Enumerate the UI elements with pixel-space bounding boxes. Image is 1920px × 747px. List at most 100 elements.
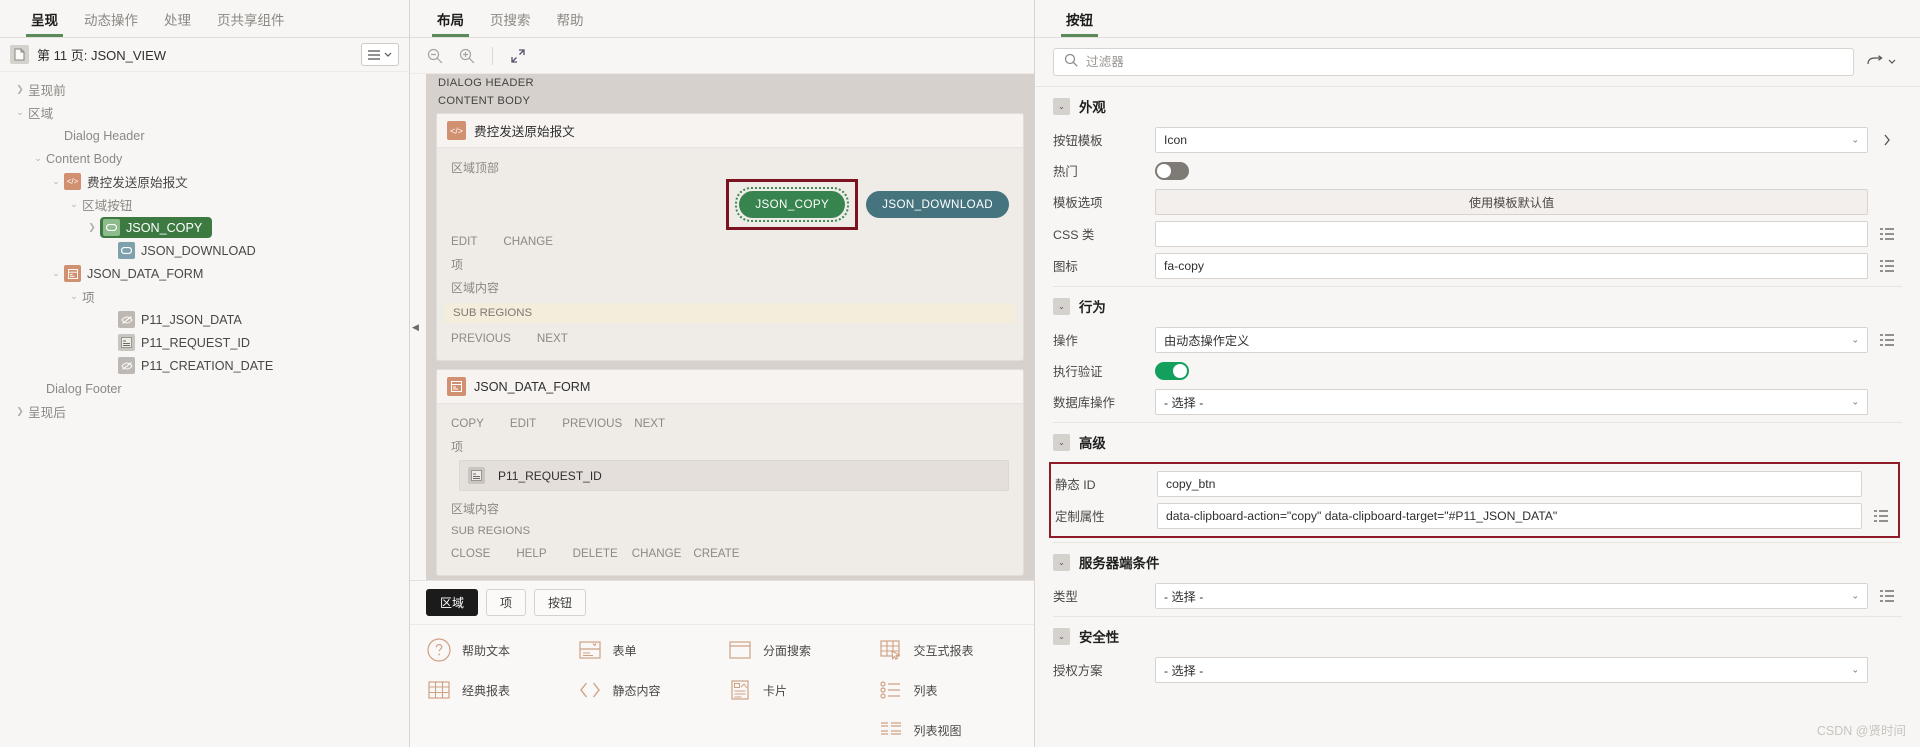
section-collapse-icon[interactable]: ⌄ [1053, 553, 1070, 571]
tree-node[interactable]: ⌄ 区域 [0, 101, 409, 124]
region2-create[interactable]: CREATE [693, 547, 739, 560]
region1-next[interactable]: NEXT [537, 332, 568, 345]
tree-node[interactable]: ⌄ JSON_DATA_FORM [0, 262, 409, 285]
list-picker-icon[interactable] [1870, 504, 1892, 528]
region1-action-edit[interactable]: EDIT [451, 235, 477, 248]
tab-help[interactable]: 帮助 [544, 0, 597, 37]
list-picker-icon[interactable] [1876, 254, 1898, 278]
tree-node[interactable]: ⌄ Content Body [0, 147, 409, 170]
chevron-right-icon[interactable] [1876, 128, 1898, 152]
text-input[interactable]: data-clipboard-action="copy" data-clipbo… [1157, 503, 1862, 529]
list-picker-icon[interactable] [1876, 584, 1898, 608]
expand-icon[interactable] [505, 43, 531, 69]
region2-item-request-id[interactable]: P11_REQUEST_ID [459, 460, 1009, 491]
tab-shared-components[interactable]: 页共享组件 [204, 0, 298, 37]
select-control[interactable]: - 选择 - ⌄ [1155, 389, 1868, 415]
toggle-switch[interactable] [1155, 362, 1189, 380]
tab-layout[interactable]: 布局 [424, 0, 477, 37]
chevron-down-icon[interactable]: ⌄ [66, 292, 82, 301]
tree-node[interactable]: ⌄ </> 费控发送原始报文 [0, 170, 409, 193]
region-card-json-data-form[interactable]: JSON_DATA_FORM COPY EDIT PREVIOUS NEXT 项 [436, 369, 1024, 576]
select-control[interactable]: - 选择 - ⌄ [1155, 657, 1868, 683]
text-input[interactable] [1155, 221, 1868, 247]
tree-view-menu-button[interactable] [361, 43, 399, 66]
region2-action-previous[interactable]: PREVIOUS [562, 417, 622, 430]
tree-node[interactable]: ❯ 呈现前 [0, 78, 409, 101]
canvas-collapse-handle[interactable]: ◀ [410, 312, 421, 342]
select-control[interactable]: - 选择 - ⌄ [1155, 583, 1868, 609]
tab-rendering[interactable]: 呈现 [18, 0, 71, 37]
region2-header[interactable]: JSON_DATA_FORM [437, 370, 1023, 404]
tree-node[interactable]: Dialog Footer [0, 377, 409, 400]
chevron-down-icon[interactable]: ⌄ [30, 154, 46, 163]
region1-header[interactable]: </> 费控发送原始报文 [437, 114, 1023, 148]
list-picker-icon[interactable] [1876, 222, 1898, 246]
region2-change[interactable]: CHANGE [632, 547, 682, 560]
region2-action-copy[interactable]: COPY [451, 417, 484, 430]
advanced-section-header[interactable]: ⌄ 高级 [1035, 423, 1920, 460]
tree-node[interactable]: P11_REQUEST_ID [0, 331, 409, 354]
gallery-item[interactable]: 帮助文本 [426, 637, 577, 663]
tree-node[interactable]: ⌄ 区域按钮 [0, 193, 409, 216]
region2-action-next[interactable]: NEXT [634, 417, 665, 430]
gallery-item[interactable]: 表单 [577, 637, 728, 663]
gallery-item[interactable]: 静态内容 [577, 677, 728, 703]
appearance-section-header[interactable]: ⌄ 外观 [1035, 87, 1920, 124]
property-filter-input[interactable] [1086, 55, 1843, 69]
chevron-down-icon[interactable]: ⌄ [12, 108, 28, 117]
tree-node[interactable]: P11_CREATION_DATE [0, 354, 409, 377]
tree-node[interactable]: ❯ JSON_COPY [0, 216, 409, 239]
chevron-right-icon[interactable]: ❯ [12, 407, 28, 416]
select-control[interactable]: Icon ⌄ [1155, 127, 1868, 153]
region2-delete[interactable]: DELETE [573, 547, 618, 560]
gallery-item[interactable]: 列表 [878, 677, 1029, 703]
chevron-down-icon[interactable]: ⌄ [48, 177, 64, 186]
property-filter-box[interactable] [1053, 48, 1854, 76]
gallery-tab-buttons[interactable]: 按钮 [534, 589, 587, 616]
section-collapse-icon[interactable]: ⌄ [1053, 433, 1070, 451]
tree-node[interactable]: JSON_DOWNLOAD [0, 239, 409, 262]
behavior-section-header[interactable]: ⌄ 行为 [1035, 287, 1920, 324]
region1-action-change[interactable]: CHANGE [503, 235, 553, 248]
gallery-item[interactable]: 交互式报表 [878, 637, 1029, 663]
template-options-button[interactable]: 使用模板默认值 [1155, 189, 1868, 215]
selected-node-chip[interactable]: JSON_COPY [100, 217, 213, 238]
gallery-item[interactable]: 经典报表 [426, 677, 577, 703]
server-condition-section-header[interactable]: ⌄ 服务器端条件 [1035, 543, 1920, 580]
list-picker-icon[interactable] [1876, 328, 1898, 352]
region1-previous[interactable]: PREVIOUS [451, 332, 511, 345]
region-card-raw-message[interactable]: </> 费控发送原始报文 区域顶部 JSON_COPY JSON_DOWNLOA… [436, 113, 1024, 361]
tab-button-properties[interactable]: 按钮 [1053, 0, 1106, 37]
region2-help[interactable]: HELP [516, 547, 546, 560]
chevron-right-icon[interactable]: ❯ [84, 223, 100, 232]
tree-node[interactable]: ⌄ 项 [0, 285, 409, 308]
tree-node[interactable]: ❯ 呈现后 [0, 400, 409, 423]
gallery-tab-items[interactable]: 项 [486, 589, 527, 616]
tree-node[interactable]: Dialog Header [0, 124, 409, 147]
toggle-switch[interactable] [1155, 162, 1189, 180]
section-collapse-icon[interactable]: ⌄ [1053, 97, 1070, 115]
section-collapse-icon[interactable]: ⌄ [1053, 627, 1070, 645]
tab-processing[interactable]: 处理 [151, 0, 204, 37]
tab-dynamic-actions[interactable]: 动态操作 [71, 0, 151, 37]
chevron-down-icon[interactable]: ⌄ [48, 269, 64, 278]
text-input[interactable]: copy_btn [1157, 471, 1862, 497]
security-section-header[interactable]: ⌄ 安全性 [1035, 617, 1920, 654]
json-download-button[interactable]: JSON_DOWNLOAD [866, 191, 1009, 218]
gallery-item[interactable]: 分面搜索 [727, 637, 878, 663]
text-input[interactable]: fa-copy [1155, 253, 1868, 279]
region2-close[interactable]: CLOSE [451, 547, 490, 560]
gallery-tab-regions[interactable]: 区域 [426, 589, 479, 616]
chevron-down-icon[interactable]: ⌄ [66, 200, 82, 209]
zoom-in-icon[interactable] [454, 43, 480, 69]
json-copy-button[interactable]: JSON_COPY [739, 191, 846, 218]
section-collapse-icon[interactable]: ⌄ [1053, 297, 1070, 315]
chevron-right-icon[interactable]: ❯ [12, 85, 28, 94]
select-control[interactable]: 由动态操作定义 ⌄ [1155, 327, 1868, 353]
region2-action-edit[interactable]: EDIT [510, 417, 536, 430]
tree-node[interactable]: P11_JSON_DATA [0, 308, 409, 331]
undo-icon[interactable] [1864, 49, 1898, 75]
zoom-out-icon[interactable] [422, 43, 448, 69]
gallery-item[interactable]: 卡片 [727, 677, 878, 703]
tab-page-search[interactable]: 页搜索 [477, 0, 544, 37]
